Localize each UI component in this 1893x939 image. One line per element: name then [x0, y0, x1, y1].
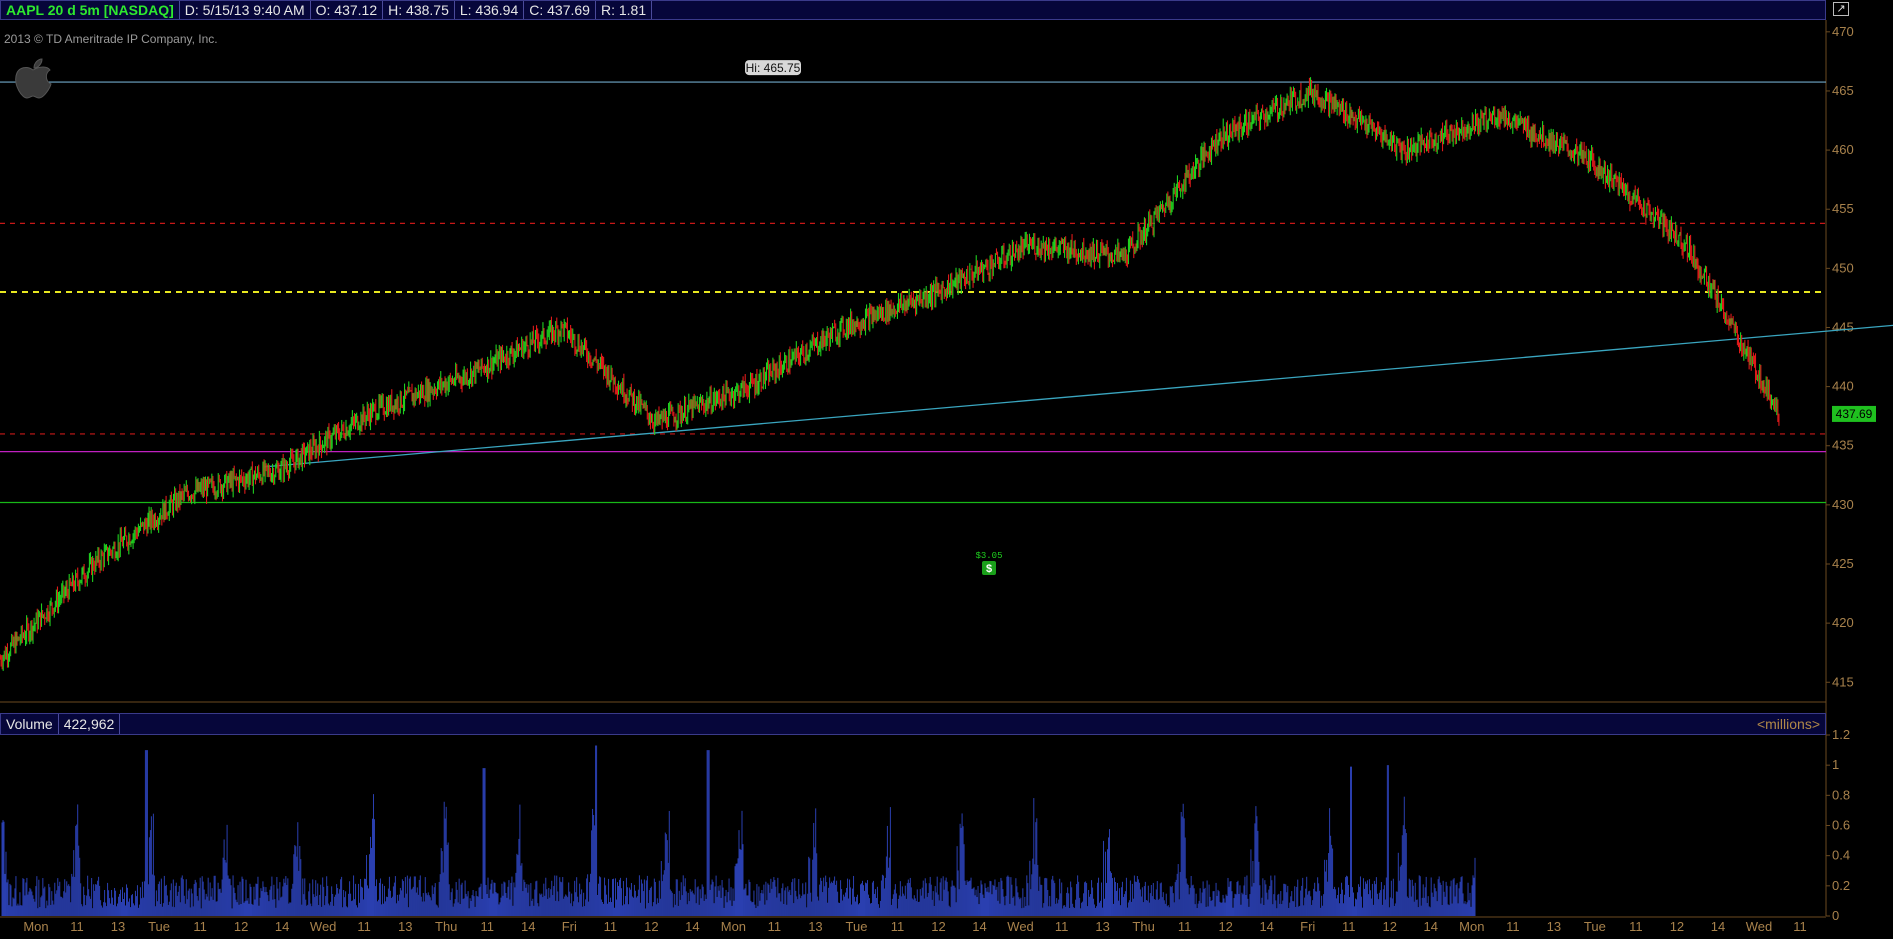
x-tick-label: 11	[70, 919, 84, 934]
symbol-label[interactable]: AAPL 20 d 5m [NASDAQ]	[1, 1, 180, 19]
x-tick-label: 11	[1055, 919, 1069, 934]
x-tick-label: Mon	[23, 919, 48, 934]
x-tick-label: 14	[1711, 919, 1725, 934]
x-tick-label: 12	[644, 919, 658, 934]
x-tick-label: 12	[234, 919, 248, 934]
close-readout: C: 437.69	[524, 1, 596, 19]
volume-tick-label: 0	[1832, 908, 1839, 923]
x-tick-label: Thu	[1132, 919, 1154, 934]
x-tick-label: 14	[1424, 919, 1438, 934]
x-tick-label: 11	[357, 919, 371, 934]
copyright-notice: 2013 © TD Ameritrade IP Company, Inc.	[4, 32, 218, 46]
x-tick-label: 13	[1095, 919, 1109, 934]
volume-unit: <millions>	[1756, 716, 1820, 732]
chart-header-bar: AAPL 20 d 5m [NASDAQ] D: 5/15/13 9:40 AM…	[0, 0, 1826, 20]
chart-canvas: 415 420 425 430 435 440 445 450 455 460 465 470 0 0.2…	[0, 20, 1893, 934]
x-tick-label: Tue	[1584, 919, 1606, 934]
last-price-label: 437.69	[1836, 407, 1873, 421]
x-tick-label: 13	[1547, 919, 1561, 934]
price-tick-label: 440	[1832, 379, 1854, 394]
x-tick-label: 11	[193, 919, 207, 934]
high-readout: H: 438.75	[383, 1, 455, 19]
x-tick-label: 12	[1670, 919, 1684, 934]
x-tick-label: 11	[1178, 919, 1192, 934]
expand-icon[interactable]: ↗	[1833, 2, 1849, 16]
price-tick-label: 430	[1832, 497, 1854, 512]
price-tick-label: 425	[1832, 556, 1854, 571]
x-tick-label: 13	[398, 919, 412, 934]
x-tick-label: Wed	[1007, 919, 1034, 934]
price-tick-label: 470	[1832, 24, 1854, 39]
price-tick-label: 420	[1832, 615, 1854, 630]
x-tick-label: 11	[891, 919, 905, 934]
x-tick-label: Fri	[1300, 919, 1315, 934]
x-tick-label: 11	[768, 919, 782, 934]
price-tick-label: 435	[1832, 438, 1854, 453]
price-tick-label: 445	[1832, 319, 1854, 334]
x-tick-label: 11	[1629, 919, 1643, 934]
x-tick-label: Thu	[435, 919, 457, 934]
x-tick-label: Wed	[1746, 919, 1773, 934]
x-tick-label: 11	[1506, 919, 1520, 934]
x-tick-label: 11	[481, 919, 495, 934]
apple-logo	[15, 58, 52, 99]
x-tick-label: 14	[275, 919, 289, 934]
x-tick-label: 14	[972, 919, 986, 934]
x-tick-label: 11	[1342, 919, 1356, 934]
dividend-symbol: $	[986, 563, 992, 575]
volume-tick-label: 0.4	[1832, 848, 1850, 863]
volume-tick-label: 1.2	[1832, 727, 1850, 742]
x-tick-label: 14	[521, 919, 535, 934]
x-tick-label: 14	[1259, 919, 1273, 934]
volume-tick-label: 0.2	[1832, 878, 1850, 893]
open-readout: O: 437.12	[311, 1, 384, 19]
x-tick-label: 11	[1793, 919, 1807, 934]
volume-tick-label: 0.8	[1832, 787, 1850, 802]
x-tick-label: Wed	[310, 919, 337, 934]
x-tick-label: Mon	[1459, 919, 1484, 934]
x-tick-label: Tue	[148, 919, 170, 934]
x-tick-label: 12	[931, 919, 945, 934]
volume-tick-label: 0.6	[1832, 818, 1850, 833]
x-tick-label: Tue	[846, 919, 868, 934]
volume-tick-label: 1	[1832, 757, 1839, 772]
x-tick-label: 12	[1218, 919, 1232, 934]
x-tick-label: Fri	[562, 919, 577, 934]
x-tick-label: 12	[1383, 919, 1397, 934]
price-tick-label: 415	[1832, 674, 1854, 689]
hi-label: Hi: 465.75	[746, 61, 801, 75]
price-tick-label: 455	[1832, 201, 1854, 216]
x-tick-label: 11	[604, 919, 618, 934]
x-tick-label: 13	[808, 919, 822, 934]
dividend-amount: $3.05	[975, 551, 1002, 561]
volume-header-bar: Volume 422,962 <millions>	[0, 713, 1826, 735]
price-tick-label: 465	[1832, 83, 1854, 98]
price-tick-label: 460	[1832, 142, 1854, 157]
low-readout: L: 436.94	[455, 1, 525, 19]
volume-label[interactable]: Volume	[1, 714, 59, 734]
date-readout: D: 5/15/13 9:40 AM	[180, 1, 311, 19]
range-readout: R: 1.81	[596, 1, 653, 19]
x-tick-label: Mon	[721, 919, 746, 934]
price-tick-label: 450	[1832, 260, 1854, 275]
x-tick-label: 14	[685, 919, 699, 934]
x-tick-label: 13	[111, 919, 125, 934]
volume-value: 422,962	[59, 714, 121, 734]
